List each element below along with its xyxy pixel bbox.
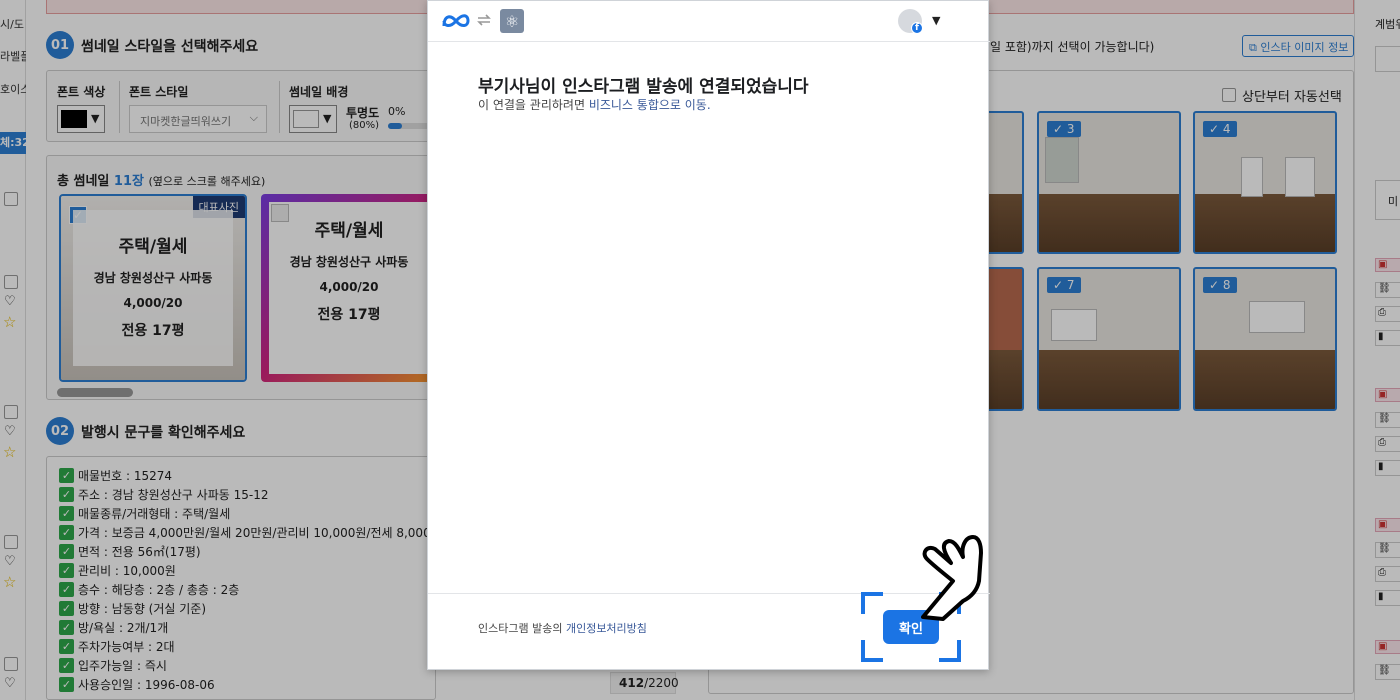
caret-down-icon[interactable]: ▼ [932, 14, 940, 27]
privacy-policy-link[interactable]: 개인정보처리방침 [566, 622, 647, 635]
meta-connection-dialog: ⚛ f ▼ 부기사님이 인스타그램 발송에 연결되었습니다 이 연결을 관리하려… [427, 0, 990, 670]
subtitle-text: 이 연결을 관리하려면 [478, 98, 589, 112]
facebook-icon: f [911, 22, 923, 34]
highlight-corner [861, 592, 883, 614]
meta-logo-icon [442, 14, 470, 27]
footer-text: 인스타그램 발송의 개인정보처리방침 [478, 620, 647, 636]
dialog-subtitle: 이 연결을 관리하려면 비즈니스 통합으로 이동. [478, 96, 711, 113]
pointing-hand-icon [921, 535, 983, 621]
highlight-corner [939, 640, 961, 662]
app-settings-icon: ⚛ [500, 9, 524, 33]
business-integration-link[interactable]: 비즈니스 통합으로 이동. [589, 98, 711, 112]
highlight-corner [861, 640, 883, 662]
dialog-title: 부기사님이 인스타그램 발송에 연결되었습니다 [478, 77, 809, 97]
sync-arrows-icon [477, 14, 491, 26]
dialog-header: ⚛ f ▼ [428, 1, 990, 42]
footer-prefix: 인스타그램 발송의 [478, 622, 566, 635]
avatar[interactable]: f [898, 9, 923, 34]
